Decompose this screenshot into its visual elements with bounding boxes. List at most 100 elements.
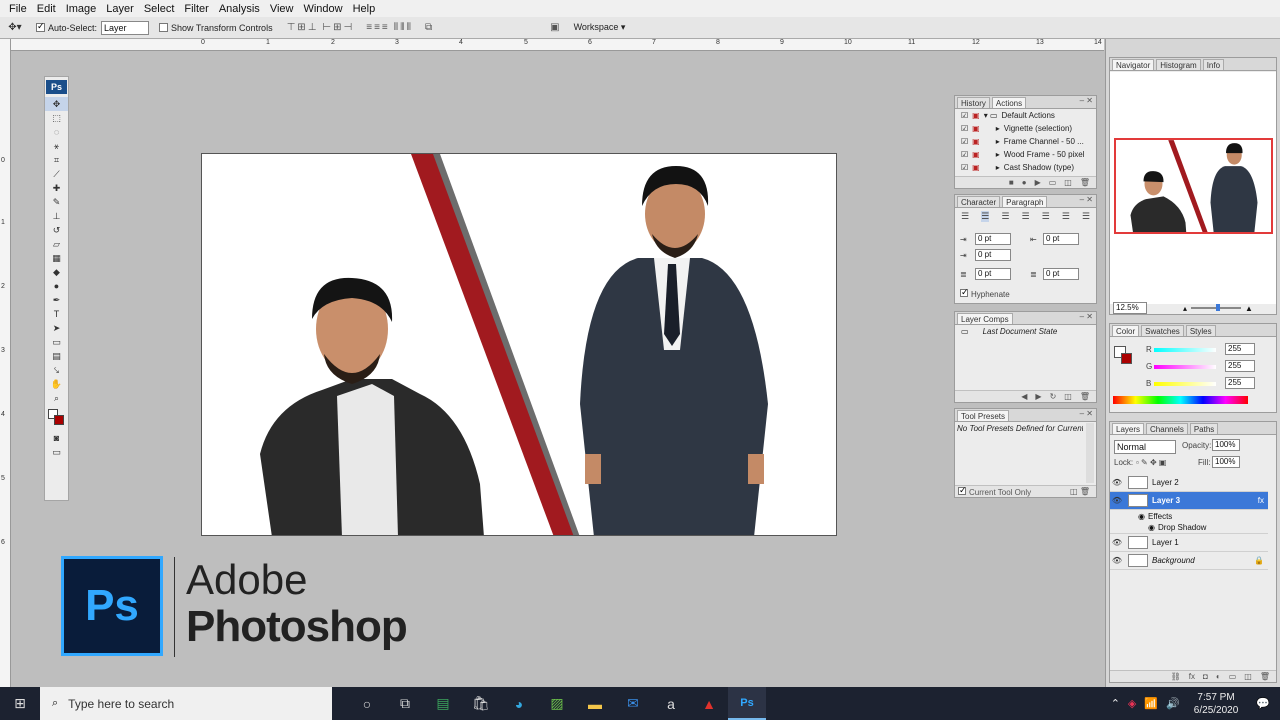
color-bg-swatch[interactable]	[1121, 353, 1132, 364]
edge-browser-icon[interactable]: ◕	[500, 687, 538, 720]
layer-style-icon[interactable]: fx	[1189, 672, 1195, 681]
distribute-hcenter-icon[interactable]: ⦀	[400, 22, 404, 33]
slice-tool-icon[interactable]: ⟋	[45, 167, 68, 181]
auto-select-checkbox[interactable]: Auto-Select:	[36, 20, 97, 36]
tray-chevron-icon[interactable]: ⌃	[1111, 697, 1120, 710]
workspace-menu[interactable]: Workspace ▾	[574, 22, 626, 33]
crop-tool-icon[interactable]: ⌗	[45, 153, 68, 167]
blue-slider[interactable]	[1154, 382, 1216, 386]
mail-icon[interactable]: ✉	[614, 687, 652, 720]
tab-styles[interactable]: Styles	[1185, 325, 1216, 336]
align-right-icon[interactable]: ⊣	[344, 22, 353, 33]
delete-comp-icon[interactable]: 🗑	[1080, 392, 1090, 401]
presets-scrollbar[interactable]	[1086, 423, 1094, 483]
new-group-icon[interactable]: ▭	[1229, 672, 1237, 681]
marquee-tool-icon[interactable]: ⬚	[45, 111, 68, 125]
align-left-text-icon[interactable]: ☰	[961, 211, 969, 222]
layer-row-background[interactable]: 👁 Background 🔒	[1110, 552, 1268, 570]
menu-select[interactable]: Select	[139, 3, 180, 15]
notifications-icon[interactable]: 💬	[1256, 697, 1270, 710]
distribute-vcenter-icon[interactable]: ≡	[374, 22, 380, 33]
tab-layers[interactable]: Layers	[1112, 423, 1145, 434]
quick-mask-icon[interactable]: ◙	[45, 431, 68, 445]
fx-icon[interactable]: fx	[1258, 496, 1264, 505]
menu-window[interactable]: Window	[298, 3, 347, 15]
blur-tool-icon[interactable]: ◆	[45, 265, 68, 279]
panel-close-icon[interactable]: – ✕	[1080, 195, 1093, 204]
menu-analysis[interactable]: Analysis	[214, 3, 265, 15]
tab-history[interactable]: History	[957, 97, 990, 108]
distribute-bottom-icon[interactable]: ≡	[382, 22, 388, 33]
align-vcenter-icon[interactable]: ⊞	[297, 22, 305, 33]
taskbar-clock[interactable]: 7:57 PM 6/25/2020	[1194, 691, 1239, 717]
tab-navigator[interactable]: Navigator	[1112, 59, 1155, 70]
new-layer-icon[interactable]: ◫	[1244, 672, 1252, 681]
indent-left-field[interactable]: 0 pt	[975, 233, 1011, 245]
menu-layer[interactable]: Layer	[101, 3, 139, 15]
prev-comp-icon[interactable]: ◀	[1021, 392, 1027, 401]
align-top-icon[interactable]: ⊤	[287, 22, 296, 33]
justify-right-icon[interactable]: ☰	[1062, 211, 1070, 222]
eraser-tool-icon[interactable]: ▱	[45, 237, 68, 251]
delete-layer-icon[interactable]: 🗑	[1260, 672, 1270, 681]
action-row[interactable]: ☑ ▣ ▸ Cast Shadow (type)	[955, 161, 1096, 174]
auto-align-icon[interactable]: ⧉	[425, 22, 432, 33]
volume-icon[interactable]: 🔊	[1166, 697, 1180, 710]
action-row[interactable]: ☑ ▣ ▾ ▭ Default Actions	[955, 109, 1096, 122]
tab-color[interactable]: Color	[1112, 325, 1140, 336]
tab-histogram[interactable]: Histogram	[1156, 59, 1201, 70]
panel-close-icon[interactable]: – ✕	[1080, 312, 1093, 321]
new-comp-icon[interactable]: ◫	[1064, 392, 1072, 401]
menu-image[interactable]: Image	[61, 3, 102, 15]
tab-tool-presets[interactable]: Tool Presets	[957, 410, 1010, 421]
red-slider[interactable]	[1154, 348, 1216, 352]
tab-character[interactable]: Character	[957, 196, 1001, 207]
action-row[interactable]: ☑ ▣ ▸ Vignette (selection)	[955, 122, 1096, 135]
tab-actions[interactable]: Actions	[991, 97, 1027, 108]
fill-field[interactable]: 100%	[1212, 456, 1240, 468]
play-icon[interactable]: ▶	[1035, 178, 1041, 187]
ruler-vertical[interactable]: 0 1 2 3 4 5 6	[0, 39, 11, 687]
tab-layer-comps[interactable]: Layer Comps	[957, 313, 1013, 324]
visibility-eye-icon[interactable]: 👁	[1110, 556, 1124, 565]
opacity-field[interactable]: 100%	[1212, 439, 1240, 451]
indent-right-field[interactable]: 0 pt	[1043, 233, 1079, 245]
type-tool-icon[interactable]: T	[45, 307, 68, 321]
move-tool-preset-icon[interactable]: ✥▾	[8, 20, 22, 36]
distribute-top-icon[interactable]: ≡	[366, 22, 372, 33]
record-icon[interactable]: ●	[1022, 178, 1027, 187]
store-icon[interactable]: 🛍	[462, 687, 500, 720]
red-value-field[interactable]: 255	[1225, 343, 1255, 355]
acrobat-icon[interactable]: ▲	[690, 687, 728, 720]
effects-row[interactable]: ◉ Effects	[1110, 510, 1268, 522]
blend-mode-select[interactable]: Normal	[1114, 440, 1176, 454]
file-explorer-icon[interactable]: ▬	[576, 687, 614, 720]
photoshop-taskbar-icon[interactable]: Ps	[728, 687, 766, 720]
new-action-icon[interactable]: ◫	[1064, 178, 1072, 187]
zoom-slider[interactable]	[1191, 304, 1242, 311]
auto-select-dropdown[interactable]: Layer	[101, 20, 150, 35]
stop-icon[interactable]: ■	[1009, 178, 1014, 187]
new-preset-icon[interactable]: ◫	[1070, 487, 1078, 496]
tab-paragraph[interactable]: Paragraph	[1002, 196, 1048, 207]
distribute-right-icon[interactable]: ⦀	[407, 22, 411, 33]
sheets-app-icon[interactable]: ▤	[424, 687, 462, 720]
eyedropper-tool-icon[interactable]: ⤥	[45, 363, 68, 377]
layer-row[interactable]: 👁 Layer 2	[1110, 474, 1268, 492]
navigator-zoom-field[interactable]: 12.5%	[1113, 302, 1147, 314]
zoom-out-icon[interactable]: ▴	[1183, 304, 1187, 313]
menu-view[interactable]: View	[265, 3, 299, 15]
panel-close-icon[interactable]: – ✕	[1080, 96, 1093, 105]
align-hcenter-icon[interactable]: ⊞	[333, 22, 341, 33]
visibility-eye-icon[interactable]: 👁	[1110, 496, 1124, 505]
current-tool-only-checkbox[interactable]: Current Tool Only	[958, 485, 1031, 497]
tab-info[interactable]: Info	[1202, 59, 1225, 70]
tab-channels[interactable]: Channels	[1146, 423, 1188, 434]
blue-value-field[interactable]: 255	[1225, 377, 1255, 389]
color-spectrum-bar[interactable]	[1113, 396, 1248, 404]
tab-swatches[interactable]: Swatches	[1141, 325, 1184, 336]
windows-start-icon[interactable]: ⊞	[0, 687, 40, 720]
screen-mode-icon[interactable]: ▭	[45, 445, 68, 459]
dodge-tool-icon[interactable]: ●	[45, 279, 68, 293]
space-before-field[interactable]: 0 pt	[975, 268, 1011, 280]
